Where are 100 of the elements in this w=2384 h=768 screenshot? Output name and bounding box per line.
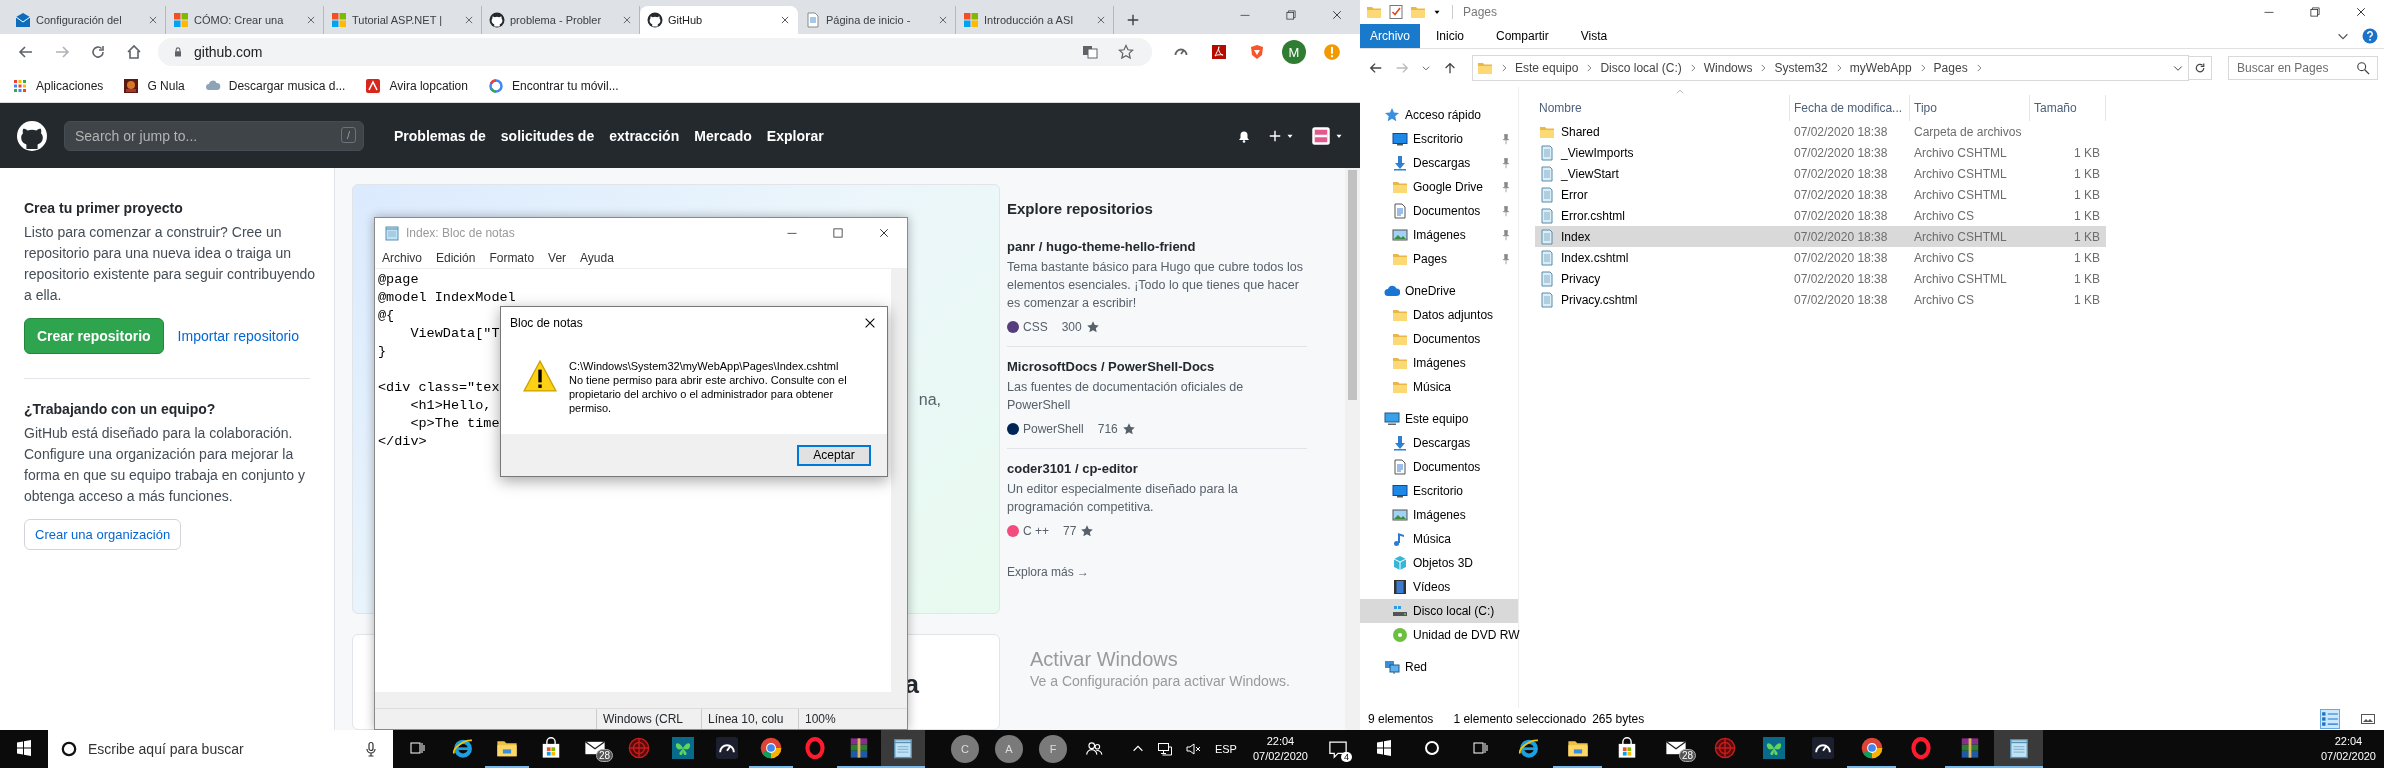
bookmark[interactable]: Avira lopcation xyxy=(365,78,468,94)
cat-logo-icon[interactable] xyxy=(16,119,48,152)
help-icon[interactable] xyxy=(2362,28,2378,44)
nav-link[interactable]: Mercado xyxy=(694,127,752,144)
nav-item[interactable]: Documentos xyxy=(1360,199,1518,223)
accept-button[interactable]: Aceptar xyxy=(797,444,871,466)
address-bar[interactable]: github.com xyxy=(158,38,1152,66)
taskbar-button[interactable]: 28 xyxy=(573,730,617,768)
plus-icon[interactable] xyxy=(1126,13,1140,27)
column-header[interactable]: Tamaño xyxy=(2030,95,2106,121)
translate-icon[interactable] xyxy=(1082,44,1098,60)
up-arrow-icon[interactable] xyxy=(1443,61,1457,75)
new-menu[interactable] xyxy=(1268,128,1295,143)
bookmark[interactable]: G Nula xyxy=(123,78,185,94)
nav-link[interactable]: solicitudes de xyxy=(500,127,595,144)
taskbar-button[interactable]: 28 xyxy=(1651,730,1700,768)
nav-item[interactable]: Vídeos xyxy=(1360,575,1518,599)
profile-button[interactable]: M xyxy=(1282,40,1306,64)
nav-item[interactable]: Google Drive xyxy=(1360,175,1518,199)
muted-speaker-icon[interactable] xyxy=(1184,741,1201,757)
menu-item[interactable]: Edición xyxy=(436,251,476,265)
scrollbar[interactable] xyxy=(375,692,907,708)
file-row[interactable]: Privacy.cshtml 07/02/2020 18:38 Archivo CS 1 KB xyxy=(1535,289,2106,310)
file-row[interactable]: Privacy 07/02/2020 18:38 Archivo CSHTML 1 KB xyxy=(1535,268,2106,289)
file-row[interactable]: Error.cshtml 07/02/2020 18:38 Archivo CS 1 KB xyxy=(1535,205,2106,226)
microphone-icon[interactable] xyxy=(363,741,379,757)
nav-item[interactable]: Acceso rápido xyxy=(1360,103,1518,127)
star-icon[interactable] xyxy=(1118,44,1134,60)
scrollbar[interactable] xyxy=(891,269,907,692)
repo-link[interactable]: panr / hugo-theme-hello-friend xyxy=(1007,239,1307,254)
close-icon[interactable] xyxy=(863,316,877,330)
file-row[interactable]: _ViewImports 07/02/2020 18:38 Archivo CSHTML 1 KB xyxy=(1535,142,2106,163)
reload-icon[interactable] xyxy=(90,44,106,60)
shield-icon[interactable] xyxy=(1249,44,1265,60)
repo-link[interactable]: coder3101 / cp-editor xyxy=(1007,461,1307,476)
nav-item[interactable]: Descargas xyxy=(1360,431,1518,455)
taskbar-button[interactable] xyxy=(881,730,925,768)
language-indicator[interactable]: ESP xyxy=(1214,743,1237,755)
address-bar[interactable]: Este equipo Disco local (C:) Windows System32 myWebApp Pages xyxy=(1472,55,2189,81)
breadcrumb-item[interactable]: System32 xyxy=(1774,61,1828,75)
breadcrumb-item[interactable]: Este equipo xyxy=(1515,61,1579,75)
nav-item[interactable]: Documentos xyxy=(1360,455,1518,479)
nav-item[interactable]: Objetos 3D xyxy=(1360,551,1518,575)
network-icon[interactable] xyxy=(1156,741,1173,757)
nav-item[interactable]: Escritorio xyxy=(1360,127,1518,151)
nav-item[interactable]: Datos adjuntos xyxy=(1360,303,1518,327)
nav-link[interactable]: Explorar xyxy=(766,127,824,144)
breadcrumb-item[interactable]: Disco local (C:) xyxy=(1600,61,1682,75)
search-field[interactable]: Escribe aquí para buscar xyxy=(48,730,393,768)
nav-item[interactable]: Música xyxy=(1360,527,1518,551)
nav-item[interactable]: OneDrive xyxy=(1360,279,1518,303)
bookmark[interactable]: Encontrar tu móvil... xyxy=(487,78,619,94)
clock[interactable]: 22:04 07/02/2020 xyxy=(1244,730,1316,768)
clock[interactable]: 22:04 07/02/2020 xyxy=(2312,730,2384,768)
people-icon[interactable] xyxy=(1085,740,1103,758)
home-icon[interactable] xyxy=(126,44,142,60)
file-row[interactable]: Shared 07/02/2020 18:38 Carpeta de archivos xyxy=(1535,121,2106,142)
nav-item[interactable]: Este equipo xyxy=(1360,407,1518,431)
nav-item[interactable]: Disco local (C:) xyxy=(1360,599,1518,623)
nav-item[interactable]: Red xyxy=(1360,655,1518,679)
create-org-button[interactable]: Crear una organización xyxy=(24,519,182,550)
nav-item[interactable]: Imágenes xyxy=(1360,503,1518,527)
nav-item[interactable]: Descargas xyxy=(1360,151,1518,175)
scrollbar[interactable] xyxy=(1345,168,1360,730)
menu-item[interactable]: Ver xyxy=(548,251,567,265)
back-arrow-icon[interactable] xyxy=(1369,61,1383,75)
breadcrumb-item[interactable]: Windows xyxy=(1703,61,1753,75)
pdf-icon[interactable] xyxy=(1211,44,1227,60)
close-icon[interactable] xyxy=(780,15,790,25)
file-row[interactable]: Index.cshtml 07/02/2020 18:38 Archivo CS 1 KB xyxy=(1535,247,2106,268)
details-view-icon[interactable] xyxy=(2320,709,2340,729)
nav-item[interactable]: Pages xyxy=(1360,247,1518,271)
bookmark[interactable]: Descargar musica d... xyxy=(204,78,346,94)
ribbon-tab[interactable]: Vista xyxy=(1564,24,1624,48)
nav-item[interactable]: Unidad de DVD RW xyxy=(1360,623,1518,647)
file-row[interactable]: _ViewStart 07/02/2020 18:38 Archivo CSHTML 1 KB xyxy=(1535,163,2106,184)
column-header[interactable]: Tipo xyxy=(1910,95,2030,121)
menu-item[interactable]: Formato xyxy=(489,251,535,265)
nav-link[interactable]: Problemas de xyxy=(394,127,486,144)
browser-tab[interactable]: GitHub xyxy=(640,6,798,34)
nav-item[interactable]: Documentos xyxy=(1360,327,1518,351)
taskbar-button[interactable] xyxy=(1994,730,2043,768)
refresh-button[interactable] xyxy=(2188,56,2212,80)
nav-item[interactable]: Escritorio xyxy=(1360,479,1518,503)
back-arrow-icon[interactable] xyxy=(18,44,34,60)
checklist-icon[interactable] xyxy=(1388,4,1404,20)
menu-item[interactable]: Archivo xyxy=(382,251,422,265)
nav-item[interactable]: Imágenes xyxy=(1360,351,1518,375)
user-menu[interactable] xyxy=(1311,125,1344,146)
breadcrumb-item[interactable]: Pages xyxy=(1933,61,1968,75)
notification-icon[interactable] xyxy=(1328,739,1348,759)
ribbon-tab[interactable]: Compartir xyxy=(1480,24,1565,48)
nav-item[interactable]: Imágenes xyxy=(1360,223,1518,247)
explore-more-link[interactable]: Explora más → xyxy=(1007,565,1090,579)
large-icons-view-icon[interactable] xyxy=(2360,711,2376,727)
column-header[interactable]: Fecha de modifica... xyxy=(1790,95,1910,121)
menu-item[interactable]: Ayuda xyxy=(580,251,614,265)
nav-link[interactable]: extracción xyxy=(609,127,680,144)
chevron-down-icon[interactable] xyxy=(1421,63,1431,73)
bookmark[interactable]: Aplicaciones xyxy=(12,78,104,94)
